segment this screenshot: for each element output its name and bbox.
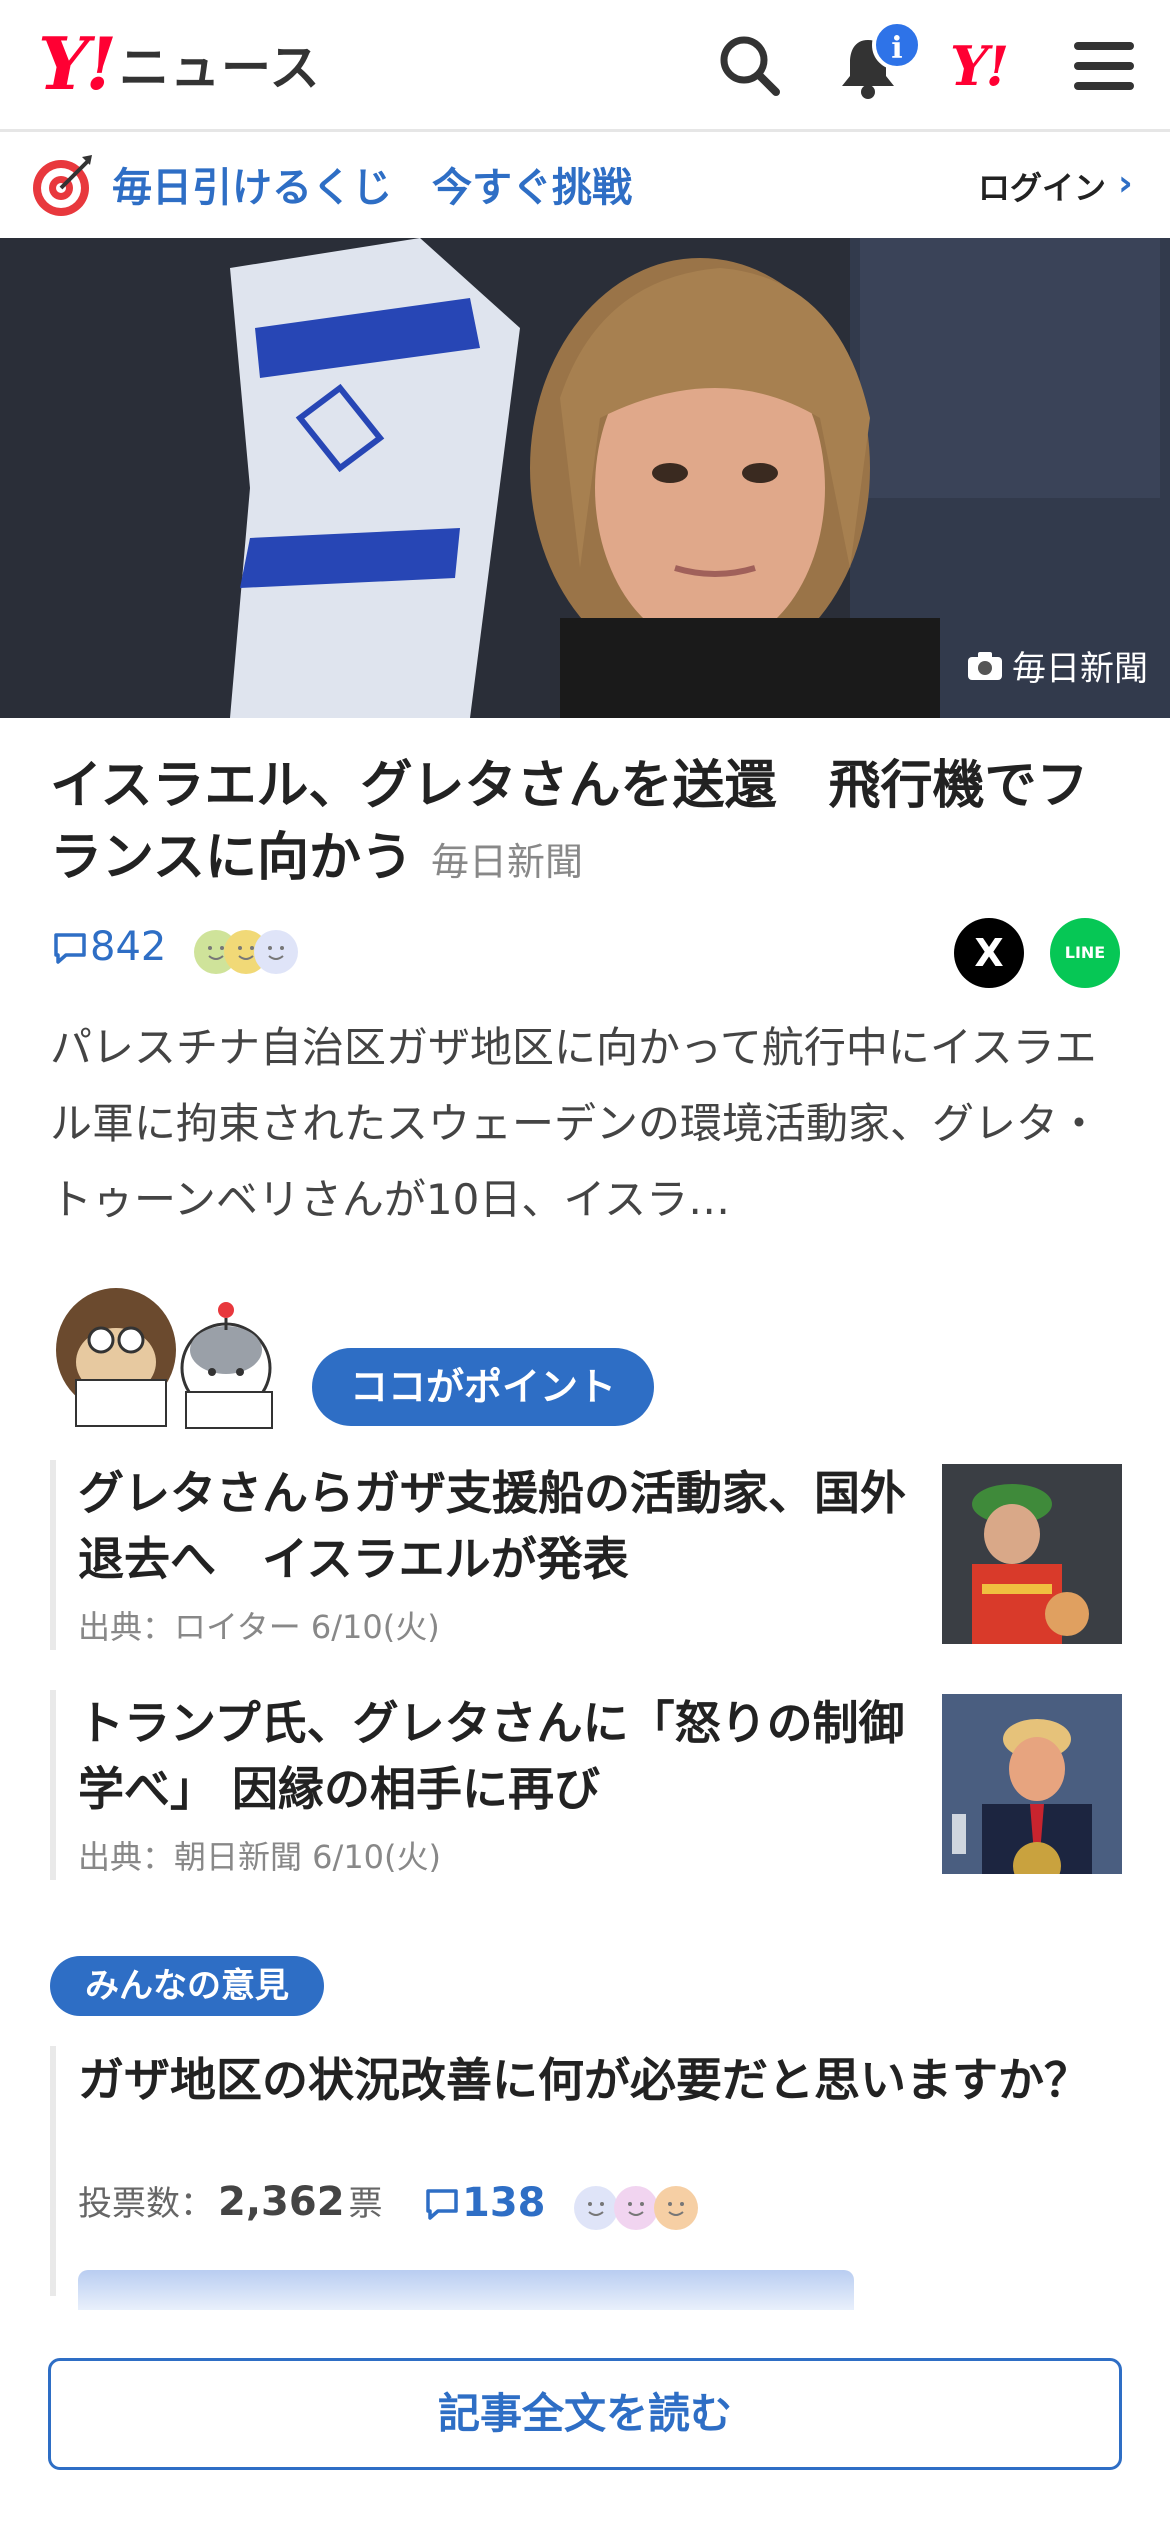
- share-line-button[interactable]: LINE: [1050, 918, 1120, 988]
- notification-badge: i: [872, 20, 922, 70]
- article-lead[interactable]: パレスチナ自治区ガザ地区に向かって航行中にイスラエル軍に拘束されたスウェーデンの…: [50, 1010, 1130, 1238]
- related-article-title[interactable]: トランプ氏、グレタさんに「怒りの制御学べ」 因縁の相手に再び: [78, 1690, 928, 1822]
- article-source: 毎日新聞: [430, 840, 583, 884]
- related-article-1[interactable]: グレタさんらガザ支援船の活動家、国外退去へ イスラエルが発表 出典：ロイター 6…: [50, 1460, 1122, 1650]
- article-meta: 842 X LINE: [50, 918, 1120, 988]
- comment-count-link[interactable]: 842: [50, 924, 166, 970]
- article-headline[interactable]: イスラエル、グレタさんを送還 飛行機でフランスに向かう 毎日新聞: [50, 750, 1130, 898]
- opinion-label: みんなの意見: [50, 1956, 324, 2016]
- related-article-source: 出典：朝日新聞 6/10(火): [78, 1838, 442, 1876]
- poll-choice-preview[interactable]: [78, 2270, 854, 2310]
- yahoo-japan-icon[interactable]: Y!: [950, 34, 1009, 98]
- lottery-banner-text[interactable]: 毎日引けるくじ 今すぐ挑戦: [112, 155, 632, 213]
- camera-icon: [968, 651, 1002, 680]
- yahoo-news-logo[interactable]: Y! ニュース: [38, 28, 321, 100]
- related-article-source: 出典：ロイター 6/10(火): [78, 1608, 440, 1646]
- reaction-faces-icon: [574, 2186, 698, 2230]
- target-icon: [33, 155, 92, 216]
- photo-credit: 毎日新聞: [966, 641, 1148, 690]
- login-link[interactable]: ログイン: [978, 163, 1106, 209]
- yahoo-logo-mark: Y!: [38, 21, 117, 106]
- mascot-illustration: [56, 1288, 273, 1429]
- photo-credit-text: 毎日新聞: [1012, 649, 1148, 689]
- chevron-right-icon: ›: [1118, 163, 1133, 204]
- comment-count: 842: [90, 924, 167, 970]
- poll-comment-count: 138: [462, 2180, 546, 2226]
- opinion-poll[interactable]: ガザ地区の状況改善に何が必要だと思いますか？ 投票数： 2,362 票 138: [50, 2046, 1120, 2310]
- share-x-button[interactable]: X: [954, 918, 1024, 988]
- logo-text: ニュース: [119, 39, 321, 97]
- related-article-2[interactable]: トランプ氏、グレタさんに「怒りの制御学べ」 因縁の相手に再び 出典：朝日新聞 6…: [50, 1690, 1122, 1880]
- divider: [50, 1690, 56, 1880]
- comment-icon: [54, 933, 86, 964]
- hero-photo[interactable]: 毎日新聞: [0, 238, 1170, 718]
- related-article-title[interactable]: グレタさんらガザ支援船の活動家、国外退去へ イスラエルが発表: [78, 1460, 928, 1592]
- comment-icon: [426, 2189, 458, 2220]
- point-label: ココがポイント: [312, 1348, 654, 1426]
- lottery-banner[interactable]: 毎日引けるくじ 今すぐ挑戦 ログイン ›: [0, 135, 1170, 237]
- related-article-thumbnail: [942, 1694, 1122, 1874]
- vote-count-value: 2,362: [218, 2179, 345, 2225]
- poll-question[interactable]: ガザ地区の状況改善に何が必要だと思いますか？: [78, 2046, 1098, 2114]
- vote-count-label: 投票数：: [78, 2184, 214, 2224]
- search-icon[interactable]: [714, 30, 786, 102]
- app-header: Y! ニュース i Y!: [0, 0, 1170, 132]
- reaction-faces-icon: [194, 930, 298, 974]
- poll-comment-link[interactable]: 138: [422, 2180, 546, 2226]
- divider: [50, 1460, 56, 1650]
- read-full-article-button[interactable]: 記事全文を読む: [48, 2358, 1122, 2470]
- menu-icon[interactable]: [1068, 30, 1140, 102]
- related-article-thumbnail: [942, 1464, 1122, 1644]
- vote-count: 投票数： 2,362 票: [78, 2176, 383, 2225]
- divider: [50, 2046, 56, 2296]
- vote-count-unit: 票: [348, 2184, 383, 2224]
